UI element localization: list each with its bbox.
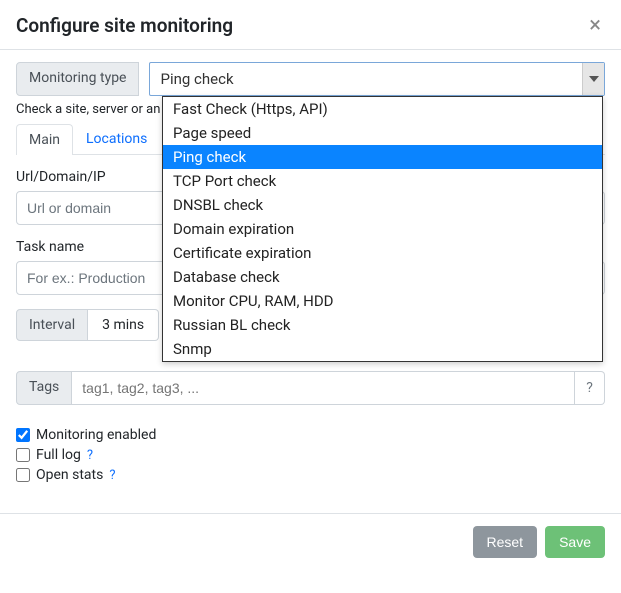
interval-value[interactable]: 3 mins bbox=[88, 309, 159, 341]
tags-row: Tags ? bbox=[16, 371, 605, 405]
reset-button[interactable]: Reset bbox=[473, 526, 538, 558]
monitoring-type-dropdown[interactable]: Fast Check (Https, API)Page speedPing ch… bbox=[162, 96, 603, 362]
chevron-down-icon bbox=[582, 63, 604, 95]
close-icon[interactable]: × bbox=[585, 15, 605, 37]
monitoring-type-option[interactable]: Russian BL check bbox=[163, 313, 602, 337]
monitoring-type-label: Monitoring type bbox=[16, 62, 139, 96]
tab-main[interactable]: Main bbox=[16, 124, 73, 155]
open-stats-row[interactable]: Open stats ? bbox=[16, 465, 605, 485]
monitoring-type-option[interactable]: Fast Check (Https, API) bbox=[163, 97, 602, 121]
monitoring-type-option[interactable]: Page speed bbox=[163, 121, 602, 145]
tags-label: Tags bbox=[16, 371, 72, 405]
monitoring-type-option[interactable]: Certificate expiration bbox=[163, 241, 602, 265]
open-stats-checkbox[interactable] bbox=[16, 468, 30, 482]
monitoring-type-row: Monitoring type Ping check bbox=[16, 62, 605, 96]
monitoring-type-option[interactable]: Ping check bbox=[163, 145, 602, 169]
interval-label: Interval bbox=[16, 309, 88, 341]
monitoring-type-option[interactable]: DNSBL check bbox=[163, 193, 602, 217]
dialog-header: Configure site monitoring × bbox=[0, 0, 621, 50]
open-stats-label: Open stats bbox=[36, 467, 103, 483]
monitoring-enabled-label: Monitoring enabled bbox=[36, 427, 156, 443]
open-stats-help-icon[interactable]: ? bbox=[109, 468, 115, 483]
monitoring-type-option[interactable]: Database check bbox=[163, 265, 602, 289]
monitoring-enabled-row[interactable]: Monitoring enabled bbox=[16, 425, 605, 445]
dialog-footer: Reset Save bbox=[0, 513, 621, 570]
dialog-body: Monitoring type Ping check Check a site,… bbox=[0, 50, 621, 485]
monitoring-type-value: Ping check bbox=[160, 70, 233, 88]
full-log-row[interactable]: Full log ? bbox=[16, 445, 605, 465]
full-log-checkbox[interactable] bbox=[16, 448, 30, 462]
monitoring-type-select[interactable]: Ping check bbox=[149, 62, 605, 96]
monitoring-type-option[interactable]: Domain expiration bbox=[163, 217, 602, 241]
dialog-title: Configure site monitoring bbox=[16, 14, 233, 37]
tags-help-button[interactable]: ? bbox=[575, 371, 605, 405]
monitoring-type-option[interactable]: Snmp bbox=[163, 337, 602, 361]
checkbox-group: Monitoring enabled Full log ? Open stats… bbox=[16, 425, 605, 485]
monitoring-type-option[interactable]: Monitor CPU, RAM, HDD bbox=[163, 289, 602, 313]
tab-locations[interactable]: Locations bbox=[73, 123, 160, 154]
save-button[interactable]: Save bbox=[545, 526, 605, 558]
monitoring-enabled-checkbox[interactable] bbox=[16, 428, 30, 442]
monitoring-type-option[interactable]: TCP Port check bbox=[163, 169, 602, 193]
configure-site-monitoring-dialog: Configure site monitoring × Monitoring t… bbox=[0, 0, 621, 570]
full-log-help-icon[interactable]: ? bbox=[87, 448, 93, 463]
full-log-label: Full log bbox=[36, 447, 81, 463]
tags-input[interactable] bbox=[72, 371, 575, 405]
